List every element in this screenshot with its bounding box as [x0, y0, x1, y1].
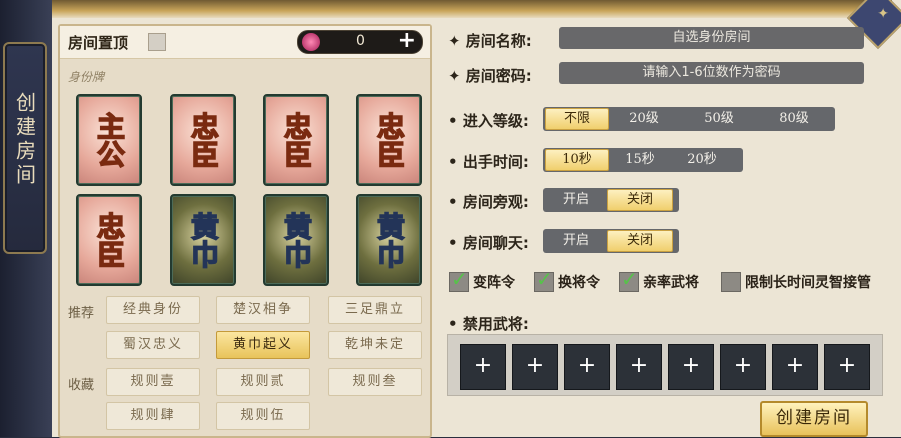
tab-create-room-label: 创建房间	[12, 92, 37, 188]
recommend-label: 推荐	[68, 306, 95, 321]
banned-generals-area: + + + + + + + +	[447, 334, 883, 396]
identity-card[interactable]: 忠臣	[263, 94, 329, 186]
preset-button[interactable]: 楚汉相争	[216, 296, 310, 324]
level-option[interactable]: 20级	[609, 109, 679, 129]
option-label: 限制长时间灵智接管	[745, 275, 871, 291]
chat-toggle: 开启 关闭	[543, 229, 679, 253]
preset-button[interactable]: 三足鼎立	[328, 296, 422, 324]
identity-card[interactable]: 忠臣	[356, 94, 422, 186]
top-border: ✦	[52, 0, 901, 50]
option-checkbox[interactable]	[721, 272, 741, 292]
section-label: 身份牌	[68, 70, 105, 84]
spectate-label: • 房间旁观:	[448, 193, 529, 211]
tab-create-room[interactable]: 创建房间	[3, 42, 47, 254]
chat-option-off[interactable]: 关闭	[607, 230, 673, 252]
chat-label: • 房间聊天:	[448, 234, 529, 252]
room-name-input[interactable]: 自选身份房间	[559, 27, 864, 49]
spectate-option-on[interactable]: 开启	[545, 190, 607, 210]
level-label: • 进入等级:	[448, 112, 529, 130]
time-selector: 10秒 15秒 20秒	[543, 148, 743, 172]
spectate-toggle: 开启 关闭	[543, 188, 679, 212]
add-banned-slot[interactable]: +	[720, 344, 766, 390]
identity-card[interactable]: 黄巾	[263, 194, 329, 286]
level-selector: 不限 20级 50级 80级	[543, 107, 835, 131]
card-text: 忠臣	[92, 211, 127, 269]
card-text: 忠臣	[186, 111, 221, 169]
card-text: 忠臣	[372, 111, 407, 169]
add-banned-slot[interactable]: +	[460, 344, 506, 390]
room-name-label: ✦ 房间名称:	[448, 32, 532, 50]
level-label-text: 进入等级:	[462, 112, 529, 130]
time-label: • 出手时间:	[448, 153, 529, 171]
spectate-option-off[interactable]: 关闭	[607, 189, 673, 211]
add-banned-slot[interactable]: +	[616, 344, 662, 390]
add-banned-slot[interactable]: +	[824, 344, 870, 390]
token-icon	[302, 33, 320, 51]
check-icon: ✓	[536, 267, 553, 291]
add-banned-slot[interactable]: +	[668, 344, 714, 390]
preset-button-active[interactable]: 黄巾起义	[216, 331, 310, 359]
option-checkbox[interactable]: ✓	[449, 267, 469, 292]
favorite-button[interactable]: 规则壹	[106, 368, 200, 396]
option-label: 亲率武将	[643, 275, 699, 291]
favorite-button[interactable]: 规则肆	[106, 402, 200, 430]
chat-option-on[interactable]: 开启	[545, 231, 607, 251]
option-label: 变阵令	[473, 275, 515, 291]
option-label: 换将令	[558, 275, 600, 291]
add-banned-slot[interactable]: +	[512, 344, 558, 390]
banned-label-text: 禁用武将:	[462, 315, 529, 333]
add-banned-slot[interactable]: +	[772, 344, 818, 390]
favorites-label: 收藏	[68, 378, 95, 393]
banned-label: • 禁用武将:	[448, 315, 529, 333]
identity-card[interactable]: 主公	[76, 94, 142, 186]
identity-card[interactable]: 黄巾	[170, 194, 236, 286]
preset-button[interactable]: 乾坤未定	[328, 331, 422, 359]
create-room-button[interactable]: 创建房间	[760, 401, 868, 437]
add-token-button[interactable]: +	[398, 28, 416, 53]
time-option[interactable]: 20秒	[671, 150, 733, 170]
identity-card[interactable]: 黄巾	[356, 194, 422, 286]
favorite-button[interactable]: 规则伍	[216, 402, 310, 430]
panel-header: 房间置顶 0 +	[60, 26, 430, 59]
preset-button[interactable]: 经典身份	[106, 296, 200, 324]
token-value: 0	[356, 33, 365, 49]
time-option[interactable]: 10秒	[545, 149, 609, 171]
favorite-button[interactable]: 规则叁	[328, 368, 422, 396]
preset-button[interactable]: 蜀汉忠义	[106, 331, 200, 359]
favorite-button[interactable]: 规则贰	[216, 368, 310, 396]
password-label-text: 房间密码:	[465, 67, 532, 85]
add-banned-slot[interactable]: +	[564, 344, 610, 390]
option-checkbox[interactable]: ✓	[534, 267, 554, 292]
room-name-label-text: 房间名称:	[465, 32, 532, 50]
card-text: 黄巾	[186, 211, 221, 269]
card-text: 黄巾	[279, 211, 314, 269]
identity-panel: 房间置顶 0 + 身份牌 主公 忠臣 忠臣 忠臣 忠臣 黄巾 黄巾 黄巾 推荐 …	[58, 24, 432, 438]
check-icon: ✓	[451, 267, 468, 291]
spectate-label-text: 房间旁观:	[462, 193, 529, 211]
password-label: ✦ 房间密码:	[448, 67, 532, 85]
pin-checkbox[interactable]	[148, 33, 166, 51]
check-icon: ✓	[621, 267, 638, 291]
pin-label: 房间置顶	[68, 34, 129, 52]
chat-label-text: 房间聊天:	[462, 234, 529, 252]
identity-card[interactable]: 忠臣	[76, 194, 142, 286]
option-checkbox[interactable]: ✓	[619, 267, 639, 292]
identity-card[interactable]: 忠臣	[170, 94, 236, 186]
level-option[interactable]: 不限	[545, 108, 609, 130]
level-option[interactable]: 50级	[679, 109, 759, 129]
card-text: 忠臣	[279, 111, 314, 169]
star-icon: ✦	[877, 6, 889, 22]
token-counter: 0 +	[297, 28, 423, 54]
time-label-text: 出手时间:	[462, 153, 529, 171]
card-text: 黄巾	[372, 211, 407, 269]
password-input[interactable]: 请输入1-6位数作为密码	[559, 62, 864, 84]
level-option[interactable]: 80级	[759, 109, 829, 129]
time-option[interactable]: 15秒	[609, 150, 671, 170]
card-text: 主公	[92, 111, 127, 169]
